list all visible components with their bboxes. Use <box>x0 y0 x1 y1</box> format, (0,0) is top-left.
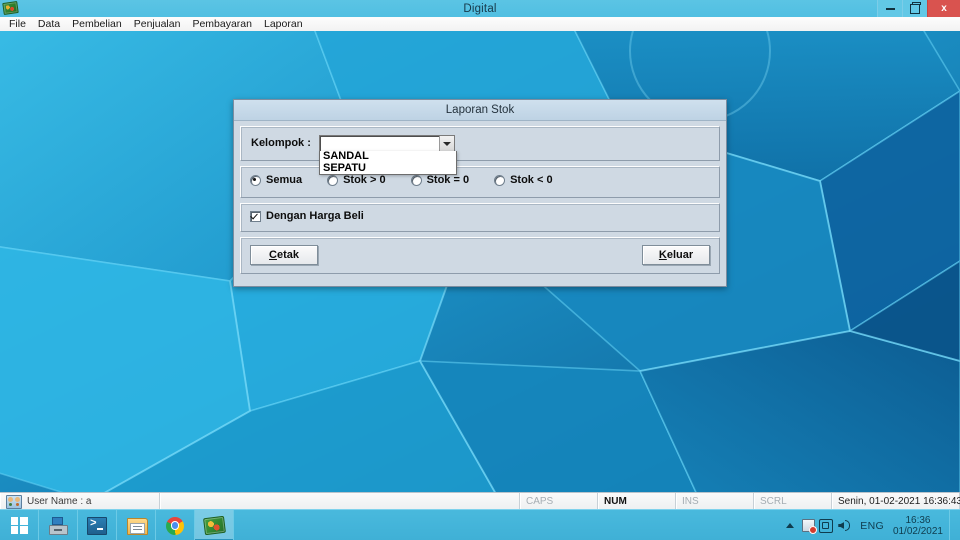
system-tray: ENG 16:36 01/02/2021 <box>781 510 960 540</box>
harga-beli-group: Dengan Harga Beli <box>240 203 720 232</box>
kelompok-combobox[interactable]: SANDAL SEPATU <box>319 135 457 175</box>
dialog-title: Laporan Stok <box>234 100 726 121</box>
windows-logo-icon <box>10 517 28 534</box>
radio-semua-indicator <box>250 174 261 186</box>
stok-radio-row: Semua Stok > 0 Stok = 0 Stok < 0 <box>250 174 553 186</box>
kelompok-combo-value <box>320 136 439 151</box>
action-center-icon[interactable] <box>817 518 835 533</box>
taskbar-clock[interactable]: 16:36 01/02/2021 <box>891 515 949 537</box>
show-hidden-icons-button[interactable] <box>781 523 799 528</box>
minimize-icon <box>885 7 895 10</box>
taskbar-item-chrome[interactable] <box>156 510 195 540</box>
chevron-down-icon[interactable] <box>439 136 454 151</box>
menu-bar: File Data Pembelian Penjualan Pembayaran… <box>0 17 960 32</box>
volume-icon[interactable] <box>835 520 853 531</box>
radio-semua[interactable]: Semua <box>250 174 302 186</box>
clock-time: 16:36 <box>905 514 931 526</box>
radio-stok-gt-0-label: Stok > 0 <box>343 174 386 186</box>
dialog-body: Kelompok : SANDAL SEPATU Semua Stok > 0 … <box>234 121 726 285</box>
status-datetime: Senin, 01-02-2021 16:36:43 <box>832 493 960 510</box>
checkbox-label: Dengan Harga Beli <box>266 210 364 222</box>
window-title: Digital <box>463 2 497 15</box>
menu-item-data[interactable]: Data <box>32 17 66 31</box>
menu-item-laporan[interactable]: Laporan <box>258 17 309 31</box>
language-indicator[interactable]: ENG <box>853 520 891 532</box>
status-ins: INS <box>676 493 754 510</box>
cetak-rest: etak <box>276 249 299 261</box>
radio-stok-gt-0-indicator <box>327 174 339 186</box>
cetak-accel: C <box>269 249 277 261</box>
network-error-icon[interactable] <box>799 519 817 534</box>
digital-app-icon <box>202 515 226 536</box>
taskbar: ENG 16:36 01/02/2021 <box>0 509 960 540</box>
cetak-button[interactable]: Cetak <box>250 245 318 265</box>
radio-stok-eq-0-label: Stok = 0 <box>426 174 470 186</box>
show-desktop-button[interactable] <box>949 510 956 540</box>
status-bar: User Name : a CAPS NUM INS SCRL Senin, 0… <box>0 492 960 510</box>
taskbar-item-file-explorer[interactable] <box>117 510 156 540</box>
taskbar-item-digital-app[interactable] <box>195 510 234 540</box>
radio-stok-lt-0-label: Stok < 0 <box>510 174 553 186</box>
minimize-button[interactable] <box>877 0 902 17</box>
close-button[interactable]: x <box>927 0 960 17</box>
users-icon <box>6 494 22 509</box>
keluar-rest: eluar <box>666 249 694 261</box>
restore-button[interactable] <box>902 0 927 17</box>
menu-item-file[interactable]: File <box>3 17 32 31</box>
radio-stok-eq-0[interactable]: Stok = 0 <box>410 174 470 186</box>
keluar-button[interactable]: Keluar <box>642 245 710 265</box>
radio-stok-gt-0[interactable]: Stok > 0 <box>327 174 386 186</box>
taskbar-item-server-manager[interactable] <box>39 510 78 540</box>
taskbar-item-powershell[interactable] <box>78 510 117 540</box>
window-title-bar: Digital x <box>0 0 960 18</box>
start-button[interactable] <box>0 510 39 540</box>
application-window: Digital x File Data Pembelian Penjualan … <box>0 0 960 540</box>
kelompok-dropdown-list[interactable]: SANDAL SEPATU <box>319 150 457 175</box>
laporan-stok-dialog: Laporan Stok Kelompok : SANDAL SEPATU Se… <box>233 99 727 287</box>
status-user-cell: User Name : a <box>0 493 160 510</box>
dropdown-option-sandal[interactable]: SANDAL <box>320 150 456 163</box>
status-user-label: User Name : a <box>27 496 92 507</box>
status-scrl: SCRL <box>754 493 832 510</box>
restore-icon <box>910 1 921 14</box>
server-manager-icon <box>48 517 68 535</box>
menu-item-penjualan[interactable]: Penjualan <box>128 17 187 31</box>
clock-date: 01/02/2021 <box>892 525 943 537</box>
dialog-button-group: Cetak Keluar <box>240 237 720 274</box>
radio-stok-eq-0-indicator <box>410 174 422 186</box>
kelompok-label: Kelompok : <box>251 137 311 149</box>
menu-item-pembayaran[interactable]: Pembayaran <box>186 17 258 31</box>
stok-filter-group: Semua Stok > 0 Stok = 0 Stok < 0 <box>240 166 720 198</box>
window-controls: x <box>877 0 960 17</box>
file-explorer-icon <box>126 518 148 535</box>
radio-semua-label: Semua <box>266 174 303 186</box>
radio-stok-lt-0-indicator <box>494 174 506 186</box>
keluar-accel: K <box>658 249 667 261</box>
chrome-icon <box>166 516 184 535</box>
menu-item-pembelian[interactable]: Pembelian <box>66 17 128 31</box>
dropdown-option-sepatu[interactable]: SEPATU <box>320 162 456 175</box>
radio-stok-lt-0[interactable]: Stok < 0 <box>494 174 553 186</box>
kelompok-group: Kelompok : SANDAL SEPATU <box>240 126 720 175</box>
status-spacer <box>160 493 520 510</box>
checkbox-indicator <box>250 210 261 222</box>
checkbox-dengan-harga-beli[interactable]: Dengan Harga Beli <box>250 210 364 222</box>
status-caps: CAPS <box>520 493 598 510</box>
powershell-icon <box>87 516 107 535</box>
mdi-client-area: Laporan Stok Kelompok : SANDAL SEPATU Se… <box>0 31 960 492</box>
money-stack-icon <box>2 1 19 15</box>
status-num: NUM <box>598 493 676 510</box>
